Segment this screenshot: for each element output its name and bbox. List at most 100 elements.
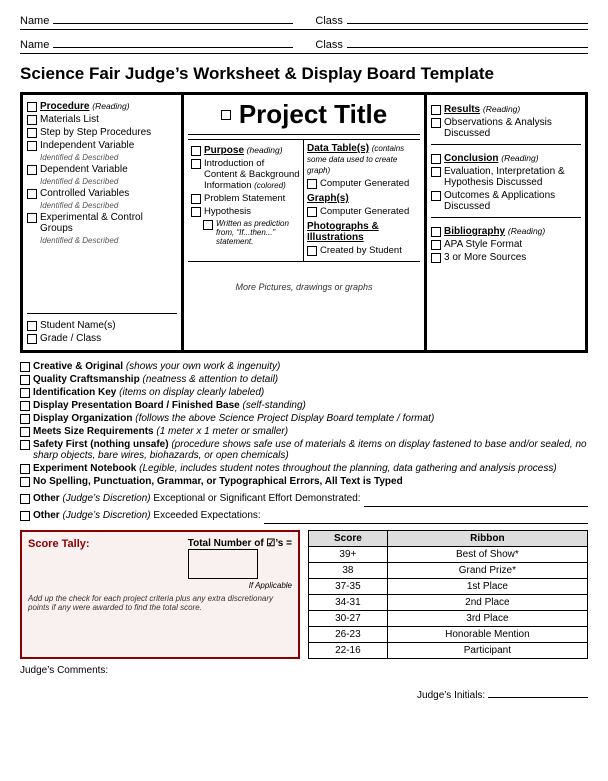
hypothesis-checkbox[interactable]: [191, 207, 201, 217]
ribbon-col-score: Score: [309, 531, 388, 547]
experimental-item: Experimental & Control Groups: [27, 212, 177, 234]
observations-checkbox[interactable]: [431, 118, 441, 128]
other-item-2: Other (Judge’s Discretion) Exceeded Expe…: [20, 510, 588, 524]
center-column: Project Title Purpose (heading) Introduc…: [182, 94, 426, 351]
independent-var-item: Independent Variable: [27, 140, 177, 151]
ribbon-table-section: Score Ribbon 39+Best of Show*38Grand Pri…: [308, 530, 588, 659]
criteria-checkbox-3[interactable]: [20, 388, 30, 398]
controlled-checkbox[interactable]: [27, 189, 37, 199]
outcomes-checkbox[interactable]: [431, 191, 441, 201]
hypothesis-sub-checkbox[interactable]: [203, 220, 213, 230]
criteria-checkbox-6[interactable]: [20, 427, 30, 437]
observations-label: Observations & Analysis Discussed: [444, 117, 581, 139]
other-input-1[interactable]: [364, 493, 588, 507]
center-bottom: More Pictures, drawings or graphs: [188, 261, 420, 300]
sources-checkbox[interactable]: [431, 253, 441, 263]
ribbon-score-6: 22-16: [309, 643, 388, 659]
total-box[interactable]: [188, 549, 258, 579]
ribbon-score-2: 37-35: [309, 579, 388, 595]
title-checkbox[interactable]: [221, 110, 231, 120]
name-input-1[interactable]: [53, 10, 292, 24]
independent-sub: Identified & Described: [27, 153, 177, 162]
created-by-student-checkbox[interactable]: [307, 246, 317, 256]
conclusion-section: Conclusion (Reading) Evaluation, Interpr…: [431, 148, 581, 218]
right-column: Results (Reading) Observations & Analysi…: [426, 94, 586, 351]
class-input-2[interactable]: [347, 34, 588, 48]
results-checkbox[interactable]: [431, 105, 441, 115]
step-checkbox[interactable]: [27, 128, 37, 138]
criteria-item-4: Display Presentation Board / Finished Ba…: [20, 400, 588, 411]
evaluation-item: Evaluation, Interpretation & Hypothesis …: [431, 166, 581, 188]
experimental-checkbox[interactable]: [27, 213, 37, 223]
if-applicable: If Applicable: [188, 581, 292, 590]
computer-gen-graph-label: Computer Generated: [320, 206, 409, 217]
class-label-2: Class: [315, 39, 343, 51]
ribbon-label-0: Best of Show*: [387, 547, 587, 563]
bibliography-section: Bibliography (Reading) APA Style Format …: [431, 221, 581, 268]
criteria-bold-5: Display Organization: [33, 413, 132, 424]
conclusion-header: Conclusion (Reading): [431, 153, 581, 164]
header-row-1: Name Class: [20, 10, 588, 30]
experimental-label: Experimental & Control Groups: [40, 212, 177, 234]
name-label-1: Name: [20, 15, 49, 27]
criteria-checkbox-1[interactable]: [20, 362, 30, 372]
criteria-checkbox-9[interactable]: [20, 477, 30, 487]
criteria-checkbox-7[interactable]: [20, 440, 30, 450]
results-header: Results (Reading): [431, 104, 581, 115]
criteria-checkbox-4[interactable]: [20, 401, 30, 411]
ribbon-row-5: 26-23Honorable Mention: [309, 627, 588, 643]
bibliography-checkbox[interactable]: [431, 227, 441, 237]
problem-checkbox[interactable]: [191, 194, 201, 204]
criteria-item-5: Display Organization (follows the above …: [20, 413, 588, 424]
conclusion-checkbox[interactable]: [431, 154, 441, 164]
ribbon-col-ribbon: Ribbon: [387, 531, 587, 547]
apa-checkbox[interactable]: [431, 240, 441, 250]
independent-label: Independent Variable: [40, 140, 134, 151]
criteria-checkbox-2[interactable]: [20, 375, 30, 385]
criteria-bold-2: Quality Craftsmanship: [33, 374, 140, 385]
judges-initials-line[interactable]: [488, 697, 588, 698]
evaluation-checkbox[interactable]: [431, 167, 441, 177]
computer-gen-graph-checkbox[interactable]: [307, 207, 317, 217]
ribbon-label-1: Grand Prize*: [387, 563, 587, 579]
dependent-sub: Identified & Described: [27, 177, 177, 186]
grade-class-checkbox[interactable]: [27, 334, 37, 344]
page-title: Science Fair Judge’s Worksheet & Display…: [20, 64, 588, 84]
other-checkbox-1[interactable]: [20, 494, 30, 504]
dependent-checkbox[interactable]: [27, 165, 37, 175]
ribbon-label-5: Honorable Mention: [387, 627, 587, 643]
other-section: Other (Judge’s Discretion) Exceptional o…: [20, 493, 588, 524]
procedure-checkbox[interactable]: [27, 102, 37, 112]
sources-label: 3 or More Sources: [444, 252, 526, 263]
student-name-checkbox[interactable]: [27, 321, 37, 331]
class-input-1[interactable]: [347, 10, 588, 24]
conclusion-sub: (Reading): [501, 153, 538, 163]
student-name-item: Student Name(s): [27, 320, 177, 331]
criteria-italic-6: (1 meter x 1 meter or smaller): [156, 426, 288, 437]
apa-style-item: APA Style Format: [431, 239, 581, 250]
intro-checkbox[interactable]: [191, 159, 201, 169]
hypothesis-label: Hypothesis: [204, 206, 251, 217]
materials-checkbox[interactable]: [27, 115, 37, 125]
independent-checkbox[interactable]: [27, 141, 37, 151]
grade-class-item: Grade / Class: [27, 333, 177, 344]
computer-gen-data-label: Computer Generated: [320, 178, 409, 189]
criteria-italic-4: (self-standing): [243, 400, 306, 411]
criteria-italic-2: (neatness & attention to detail): [142, 374, 278, 385]
ribbon-label-2: 1st Place: [387, 579, 587, 595]
controlled-sub: Identified & Described: [27, 201, 177, 210]
other-input-2[interactable]: [264, 510, 588, 524]
name-label-2: Name: [20, 39, 49, 51]
purpose-checkbox[interactable]: [191, 146, 201, 156]
other-checkbox-2[interactable]: [20, 511, 30, 521]
computer-gen-data-checkbox[interactable]: [307, 179, 317, 189]
class-label-1: Class: [315, 15, 343, 27]
criteria-checkbox-5[interactable]: [20, 414, 30, 424]
name-input-2[interactable]: [53, 34, 292, 48]
criteria-checkbox-8[interactable]: [20, 464, 30, 474]
apa-label: APA Style Format: [444, 239, 522, 250]
hypothesis-sub-item: Written as prediction from, “If...then..…: [191, 219, 300, 246]
hypothesis-item: Hypothesis: [191, 206, 300, 217]
criteria-italic-1: (shows your own work & ingenuity): [126, 361, 281, 372]
purpose-header: Purpose (heading): [191, 145, 300, 156]
